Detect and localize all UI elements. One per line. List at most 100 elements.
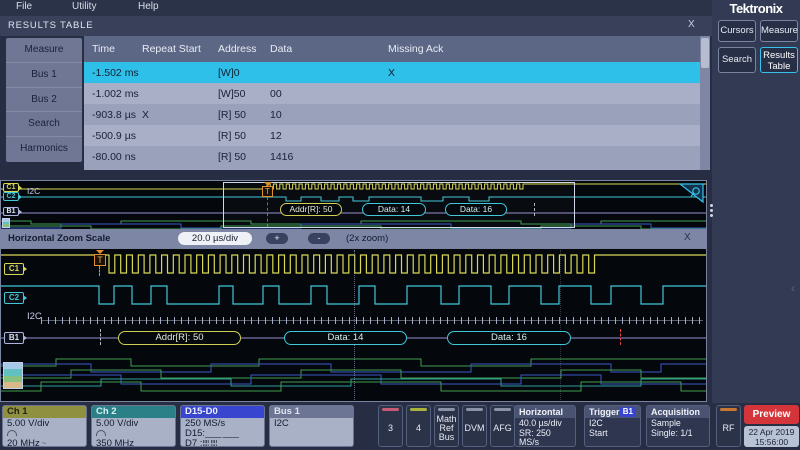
results-table-title: RESULTS TABLE: [8, 20, 93, 31]
c1-channel-chip[interactable]: C1: [4, 263, 24, 275]
expansion-point-line: [354, 250, 355, 400]
d7-activity: ¦¦¦¦ ¦¦¦¦: [202, 439, 216, 447]
waveform-zoom-view[interactable]: T C1 C2 B1 I2C Addr[R]: 50 Data: 14 Data…: [0, 248, 707, 402]
rf-label: RF: [723, 411, 735, 446]
horizontal-panel-title: Horizontal: [515, 406, 575, 418]
sample-rate: SR: 250 MS/s: [519, 429, 571, 447]
ch1-bandwidth: 20 MHz: [7, 438, 40, 447]
menu-bar: File Utility Help: [0, 0, 712, 16]
rf-button[interactable]: RF: [716, 405, 741, 447]
b1-bus-chip[interactable]: B1: [4, 332, 24, 344]
cursors-button[interactable]: Cursors: [718, 20, 756, 42]
cell-time: -903.8 µs: [92, 109, 142, 121]
menu-help[interactable]: Help: [138, 1, 159, 12]
table-row[interactable]: -500.9 µs [R] 50 12: [84, 125, 700, 146]
d15-activity: ____ ____: [205, 429, 238, 438]
cell-data: 00: [270, 88, 388, 100]
measure-button[interactable]: Measure: [760, 20, 798, 42]
cell-repeat-start: X: [142, 109, 218, 121]
cell-data: 1416: [270, 151, 388, 163]
scrollbar-thumb[interactable]: [701, 38, 709, 68]
ch1-scale: 5.00 V/div: [7, 419, 82, 429]
acquisition-panel[interactable]: Acquisition Sample Single: 1/1: [646, 405, 710, 447]
date-text: 22 Apr 2019: [744, 427, 799, 437]
search-button[interactable]: Search: [718, 47, 756, 73]
afg-label: AFG: [493, 411, 512, 446]
zoom-magnifier-icon[interactable]: [678, 183, 705, 204]
c2-channel-chip[interactable]: C2: [4, 292, 24, 304]
ch2-badge[interactable]: Ch 2 5.00 V/div 350 MHz: [91, 405, 176, 447]
zoom-out-button[interactable]: -: [308, 233, 330, 244]
oscilloscope-screen: File Utility Help Tektronix Cursors Meas…: [0, 0, 800, 450]
table-row[interactable]: -1.002 ms [W]50 00: [84, 83, 700, 104]
zoom-in-button[interactable]: +: [266, 233, 288, 244]
trigger-position-line: [267, 197, 268, 227]
cursor-line: [560, 250, 561, 400]
preview-button[interactable]: Preview: [744, 405, 799, 424]
bus1-type: I2C: [274, 419, 349, 429]
table-row[interactable]: -1.502 ms [W]0 X: [84, 62, 700, 83]
menu-utility[interactable]: Utility: [72, 1, 96, 12]
trigger-marker[interactable]: T: [94, 254, 106, 266]
panel-menu-dots[interactable]: [710, 204, 713, 217]
table-row[interactable]: -80.00 ns [R] 50 1416: [84, 146, 700, 167]
bus1-badge[interactable]: Bus 1 I2C: [269, 405, 354, 447]
bandwidth-limit-icon: ~: [42, 439, 47, 447]
ch3-button[interactable]: 3: [378, 405, 403, 447]
afg-button[interactable]: AFG: [490, 405, 515, 447]
horizontal-panel[interactable]: Horizontal 40.0 µs/div SR: 250 MS/s RL: …: [514, 405, 576, 447]
zoom-scale-value[interactable]: 20.0 µs/div: [178, 232, 252, 245]
digital-badge[interactable]: D15-D0 250 MS/s D15:____ ____ D7 :¦¦¦¦ ¦…: [180, 405, 265, 447]
ch2-scale: 5.00 V/div: [96, 419, 171, 429]
menu-file[interactable]: File: [16, 1, 32, 12]
table-scrollbar[interactable]: [700, 36, 710, 170]
cell-address: [R] 50: [218, 109, 270, 121]
probe-coupling-icon: [96, 430, 106, 436]
results-table-button[interactable]: Results Table: [760, 47, 798, 73]
i2c-bus-label: I2C: [27, 186, 40, 196]
digital-group-label[interactable]: [2, 218, 10, 228]
ch4-label: 4: [416, 411, 421, 446]
datetime-display: 22 Apr 2019 15:56:00: [744, 426, 799, 447]
acquisition-count: Single: 1/1: [651, 429, 705, 439]
col-address: Address: [218, 43, 270, 55]
digital-group-label[interactable]: [3, 362, 23, 389]
math-ref-bus-button[interactable]: Math Ref Bus: [434, 405, 459, 447]
tab-bus1[interactable]: Bus 1: [6, 63, 82, 88]
trigger-panel[interactable]: B1 Trigger I2C Start: [584, 405, 641, 447]
acquisition-panel-title: Acquisition: [647, 406, 709, 418]
zoom-scale-label: Horizontal Zoom Scale: [8, 233, 110, 244]
zoom-bar-close-icon[interactable]: X: [684, 232, 691, 243]
time-text: 15:56:00: [744, 437, 799, 447]
data-decode-bubble: Data: 14: [362, 203, 426, 216]
cell-time: -1.502 ms: [92, 67, 142, 79]
c2-channel-chip[interactable]: C2: [3, 192, 19, 201]
stop-condition-tick: [620, 329, 621, 345]
waveform-overview[interactable]: C1 C2 B1 I2C T Addr[R]: 50 Data: 14 Data…: [0, 180, 707, 230]
tab-harmonics[interactable]: Harmonics: [6, 137, 82, 162]
data-decode-bubble: Data: 16: [447, 331, 571, 345]
trigger-source-badge: B1: [620, 407, 636, 417]
table-row[interactable]: -903.8 µs X [R] 50 10: [84, 104, 700, 125]
col-time: Time: [92, 43, 142, 55]
bus-event-tick: [534, 203, 535, 216]
ch1-badge[interactable]: Ch 1 5.00 V/div 20 MHz~: [2, 405, 87, 447]
tab-measure[interactable]: Measure: [6, 38, 82, 63]
dvm-button[interactable]: DVM: [462, 405, 487, 447]
b1-bus-chip[interactable]: B1: [3, 207, 19, 216]
addr-decode-bubble: Addr[R]: 50: [280, 203, 342, 216]
results-table-close-icon[interactable]: X: [688, 19, 695, 30]
tab-search[interactable]: Search: [6, 112, 82, 137]
tektronix-logo: Tektronix: [712, 1, 800, 16]
trigger-marker[interactable]: T: [262, 186, 273, 197]
addr-decode-bubble: Addr[R]: 50: [118, 331, 241, 345]
ch2-badge-header: Ch 2: [92, 406, 175, 418]
ch4-button[interactable]: 4: [406, 405, 431, 447]
tab-bus2[interactable]: Bus 2: [6, 88, 82, 113]
bus1-badge-header: Bus 1: [270, 406, 353, 418]
cell-data: 10: [270, 109, 388, 121]
c1-channel-chip[interactable]: C1: [3, 183, 19, 192]
digital-badge-header: D15-D0: [181, 406, 264, 418]
ch1-badge-header: Ch 1: [3, 406, 86, 418]
slide-panel-handle[interactable]: ‹: [791, 281, 795, 295]
